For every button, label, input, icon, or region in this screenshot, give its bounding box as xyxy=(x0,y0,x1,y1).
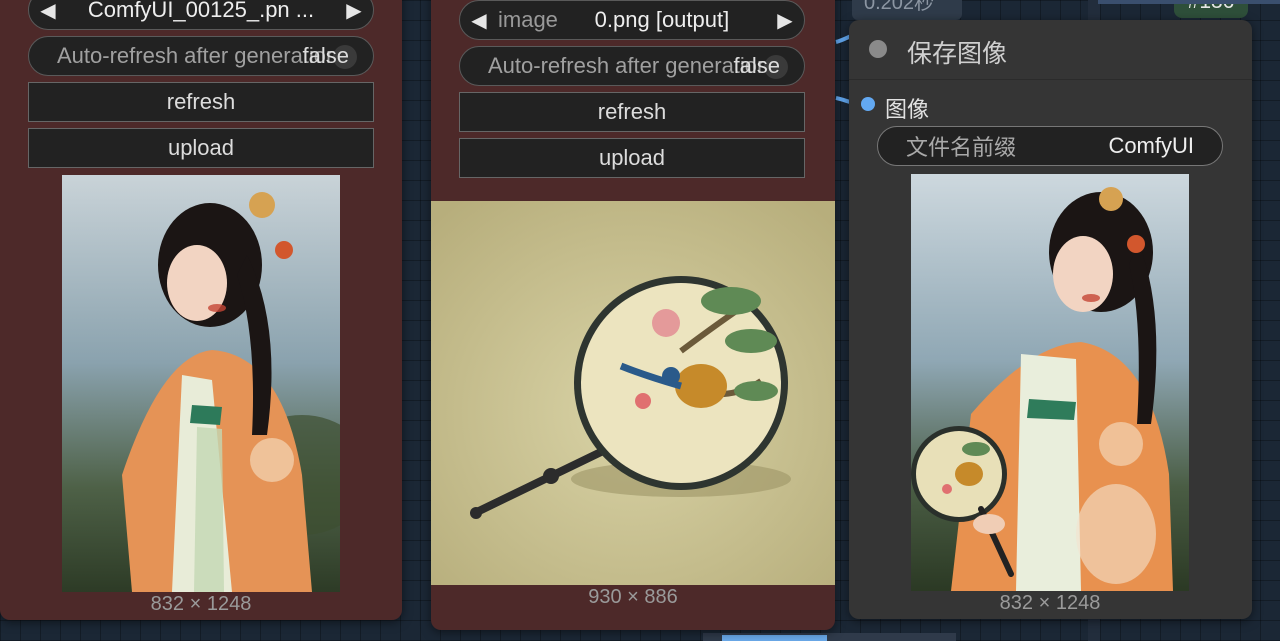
auto-refresh-toggle-middle[interactable]: Auto-refresh after generation false xyxy=(459,46,805,86)
bottom-scroll-thumb xyxy=(722,635,827,641)
filename-prefix-field[interactable]: 文件名前缀 ComfyUI xyxy=(877,126,1223,166)
image-dimensions-left: 832 × 1248 xyxy=(150,593,252,615)
top-rail xyxy=(1098,0,1280,4)
image-combo-value: ComfyUI_00125_.pn ... xyxy=(87,0,315,22)
filename-prefix-value: ComfyUI xyxy=(1108,133,1194,158)
image-dimensions-save: 832 × 1248 xyxy=(999,592,1101,614)
image-combo-left[interactable]: ◀ ComfyUI_00125_.pn ... ▶ xyxy=(28,0,374,30)
upload-button-left[interactable]: upload xyxy=(28,128,374,168)
arrow-right-icon[interactable]: ▶ xyxy=(335,0,373,23)
image-preview-save xyxy=(911,174,1189,591)
execution-time-tag: 0.202秒 xyxy=(852,0,962,20)
image-dimensions-middle: 930 × 886 xyxy=(588,586,678,608)
load-image-node-middle[interactable]: ◀ image 0.png [output] ▶ Auto-refresh af… xyxy=(431,0,835,630)
input-slot-label: 图像 xyxy=(885,97,930,122)
image-combo-value: 0.png [output] xyxy=(594,7,730,32)
bottom-scroll-track xyxy=(703,633,956,641)
auto-refresh-value: false xyxy=(302,43,349,68)
image-combo-label: image xyxy=(498,7,558,32)
input-slot-dot-icon[interactable] xyxy=(861,97,875,111)
auto-refresh-value: false xyxy=(733,53,780,78)
collapse-dot-icon[interactable] xyxy=(869,40,887,58)
refresh-button-middle[interactable]: refresh xyxy=(459,92,805,132)
refresh-button-left[interactable]: refresh xyxy=(28,82,374,122)
image-preview-middle xyxy=(431,201,835,585)
upload-button-middle[interactable]: upload xyxy=(459,138,805,178)
arrow-left-icon[interactable]: ◀ xyxy=(29,0,67,23)
load-image-node-left[interactable]: ◀ ComfyUI_00125_.pn ... ▶ Auto-refresh a… xyxy=(0,0,402,620)
arrow-left-icon[interactable]: ◀ xyxy=(460,8,498,33)
save-image-node[interactable]: 保存图像 图像 文件名前缀 ComfyUI 832 × 1248 xyxy=(849,20,1252,619)
image-preview-left xyxy=(62,175,340,592)
arrow-right-icon[interactable]: ▶ xyxy=(766,8,804,33)
node-title: 保存图像 xyxy=(907,40,1008,68)
image-combo-middle[interactable]: ◀ image 0.png [output] ▶ xyxy=(459,0,805,40)
auto-refresh-toggle-left[interactable]: Auto-refresh after generation false xyxy=(28,36,374,76)
node-title-bar[interactable]: 保存图像 xyxy=(849,20,1252,80)
filename-prefix-label: 文件名前缀 xyxy=(906,135,1017,160)
